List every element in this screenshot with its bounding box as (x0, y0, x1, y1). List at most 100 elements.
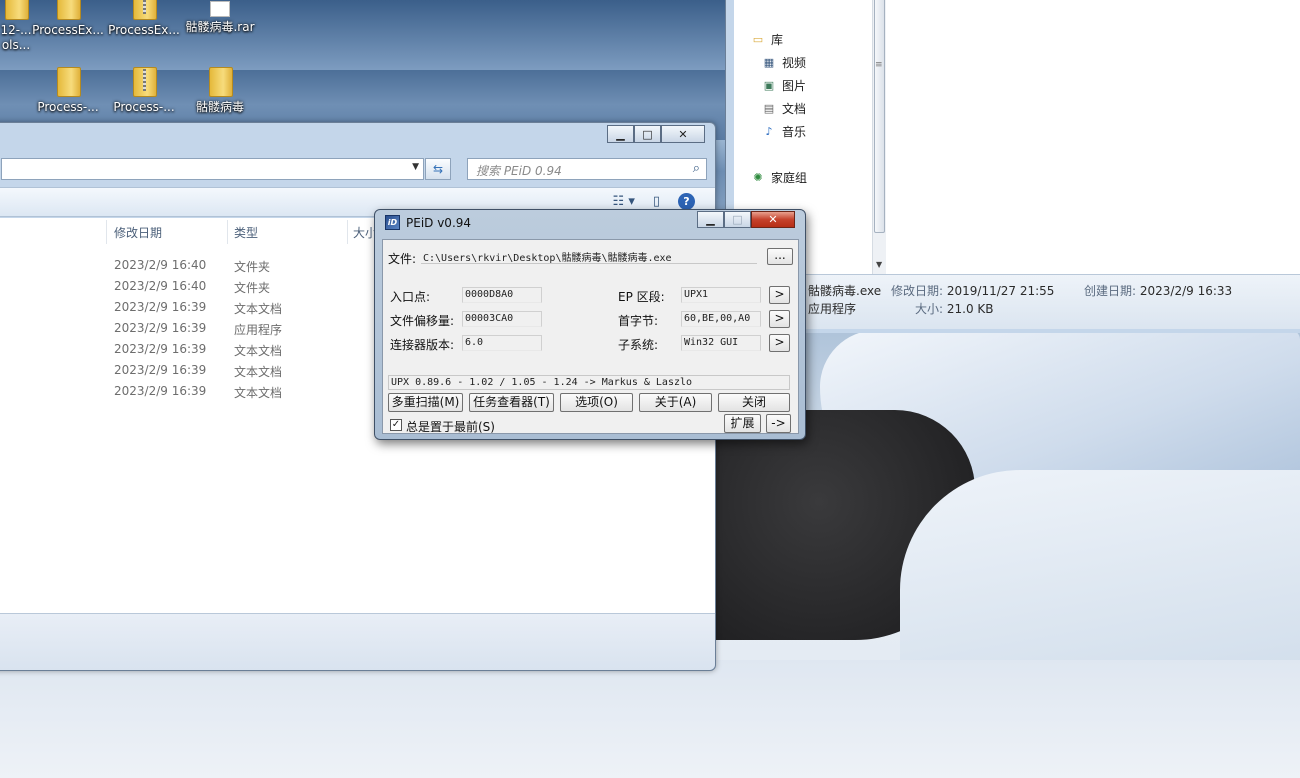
desktop-icon[interactable]: ProcessEx... (30, 0, 106, 38)
maximize-button[interactable]: □ (724, 211, 751, 228)
row-type: 文本文档 (234, 386, 283, 400)
file-pane (886, 0, 1300, 274)
folder-icon (3, 0, 29, 20)
search-placeholder: 搜索 PEiD 0.94 (476, 164, 562, 178)
ep-section-details-button[interactable]: > (769, 286, 790, 304)
folder-icon (55, 65, 81, 97)
desktop-icon[interactable]: Process-... (106, 65, 182, 115)
nav-item-music[interactable]: ♪ 音乐 (762, 123, 806, 140)
details-filename: 骷髅病毒.exe (808, 284, 882, 298)
row-type: 文件夹 (234, 260, 271, 274)
entry-point-field[interactable]: 0000D8A0 (462, 287, 542, 303)
desktop-icon[interactable]: 骷髅病毒.rar (182, 1, 258, 35)
video-icon: ▦ (763, 56, 775, 69)
details-size-label: 大小: (915, 302, 944, 316)
nav-item-label: 视频 (782, 56, 807, 70)
maximize-icon: □ (642, 127, 653, 141)
row-type: 文件夹 (234, 281, 271, 295)
nav-item-videos[interactable]: ▦ 视频 (762, 54, 806, 71)
details-modified: 修改日期: 2019/11/27 21:55 (891, 282, 1054, 299)
peid-titlebar[interactable]: iD PEiD v0.94 (385, 215, 471, 230)
desktop-icon-label: Process-... (37, 100, 99, 114)
ep-section-field[interactable]: UPX1 (681, 287, 761, 303)
close-dialog-button[interactable]: 关闭 (718, 393, 790, 412)
nav-item-label: 家庭组 (771, 171, 808, 185)
extend-button[interactable]: 扩展 (724, 414, 761, 433)
details-modified-value: 2019/11/27 21:55 (946, 284, 1055, 298)
minimize-button[interactable]: ▁ (607, 125, 634, 143)
row-date: 2023/2/9 16:40 (114, 258, 207, 272)
nav-item-documents[interactable]: ▤ 文档 (762, 100, 806, 117)
stay-on-top-checkbox[interactable]: ✓ (390, 419, 402, 431)
chevron-down-icon[interactable]: ▼ (412, 162, 419, 172)
column-header-type[interactable]: 类型 (234, 224, 258, 241)
music-icon: ♪ (765, 125, 773, 138)
first-bytes-field[interactable]: 60,BE,00,A0 (681, 311, 761, 327)
ep-section-label: EP 区段: (618, 290, 665, 304)
nav-item-label: 文档 (782, 102, 807, 116)
peid-title: PEiD v0.94 (406, 215, 472, 230)
refresh-icon: ⇆ (432, 162, 444, 176)
detection-result[interactable]: UPX 0.89.6 - 1.02 / 1.05 - 1.24 -> Marku… (388, 375, 790, 390)
document-icon: ▤ (763, 102, 775, 115)
explorer-titlebar[interactable]: ▁ □ ✕ (0, 123, 715, 145)
column-separator (227, 220, 228, 244)
folder-icon (55, 0, 81, 20)
linker-version-label: 连接器版本: (390, 338, 455, 352)
about-button[interactable]: 关于(A) (639, 393, 712, 412)
search-input[interactable]: 搜索 PEiD 0.94 ⌕ (467, 158, 707, 180)
window-controls: ▁ □ ✕ (607, 125, 705, 143)
browse-button[interactable]: ... (767, 248, 793, 265)
nav-scrollbar[interactable]: ≡ ▼ (872, 0, 886, 274)
linker-version-field[interactable]: 6.0 (462, 335, 542, 351)
minimize-button[interactable]: ▁ (697, 211, 724, 228)
scroll-down-icon[interactable]: ▼ (876, 260, 882, 269)
details-created-value: 2023/2/9 16:33 (1139, 284, 1233, 298)
explorer-window-right: ▭ 库 ▦ 视频 ▣ 图片 ▤ 文档 ♪ 音乐 ✺ 家庭组 ≡ ▼ 骷髅病毒.e… (725, 0, 1300, 333)
nav-item-homegroup[interactable]: ✺ 家庭组 (751, 169, 807, 186)
column-separator (106, 220, 107, 244)
grip-icon: ≡ (875, 60, 883, 70)
library-icon: ▭ (752, 33, 764, 46)
details-created: 创建日期: 2023/2/9 16:33 (1084, 282, 1232, 299)
first-bytes-details-button[interactable]: > (769, 310, 790, 328)
scrollbar-thumb[interactable] (874, 0, 885, 233)
view-options-icon[interactable]: ☷ ▾ (613, 194, 635, 209)
close-button[interactable]: ✕ (661, 125, 705, 143)
file-offset-field[interactable]: 00003CA0 (462, 311, 542, 327)
address-bar[interactable]: ▼ (1, 158, 424, 180)
help-icon[interactable]: ? (678, 193, 695, 210)
row-date: 2023/2/9 16:39 (114, 363, 207, 377)
file-path-field[interactable]: C:\Users\rkvir\Desktop\骷髅病毒\骷髅病毒.exe (421, 248, 757, 264)
subsystem-label: 子系统: (618, 338, 659, 352)
multiscan-button[interactable]: 多重扫描(M) (388, 393, 463, 412)
desktop-icon-label: 骷髅病毒.rar (185, 20, 255, 34)
search-icon[interactable]: ⌕ (693, 161, 700, 176)
status-bar (0, 613, 715, 670)
nav-item-pictures[interactable]: ▣ 图片 (762, 77, 806, 94)
close-button[interactable]: ✕ (751, 211, 795, 228)
file-offset-label: 文件偏移量: (390, 314, 455, 328)
desktop-icon[interactable]: Process-... (30, 65, 106, 115)
subsystem-field[interactable]: Win32 GUI (681, 335, 761, 351)
checkmark-icon: ✓ (391, 419, 401, 430)
row-date: 2023/2/9 16:39 (114, 300, 207, 314)
options-button[interactable]: 选项(O) (560, 393, 633, 412)
row-date: 2023/2/9 16:40 (114, 279, 207, 293)
column-header-date[interactable]: 修改日期 (114, 224, 162, 241)
details-created-label: 创建日期: (1084, 284, 1137, 298)
picture-icon: ▣ (763, 79, 775, 92)
task-viewer-button[interactable]: 任务查看器(T) (469, 393, 554, 412)
zip-folder-icon (131, 65, 157, 97)
details-type: 应用程序 (808, 302, 857, 316)
column-separator (347, 220, 348, 244)
refresh-button[interactable]: ⇆ (425, 158, 451, 180)
desktop-icon[interactable]: 骷髅病毒 (182, 65, 258, 115)
preview-pane-icon[interactable]: ▯ (653, 194, 660, 209)
subsystem-details-button[interactable]: > (769, 334, 790, 352)
more-button[interactable]: -> (766, 414, 791, 433)
file-label: 文件: (388, 252, 417, 266)
maximize-button[interactable]: □ (634, 125, 661, 143)
desktop-icon[interactable]: ProcessEx... (106, 0, 182, 38)
nav-item-library[interactable]: ▭ 库 (751, 31, 783, 48)
